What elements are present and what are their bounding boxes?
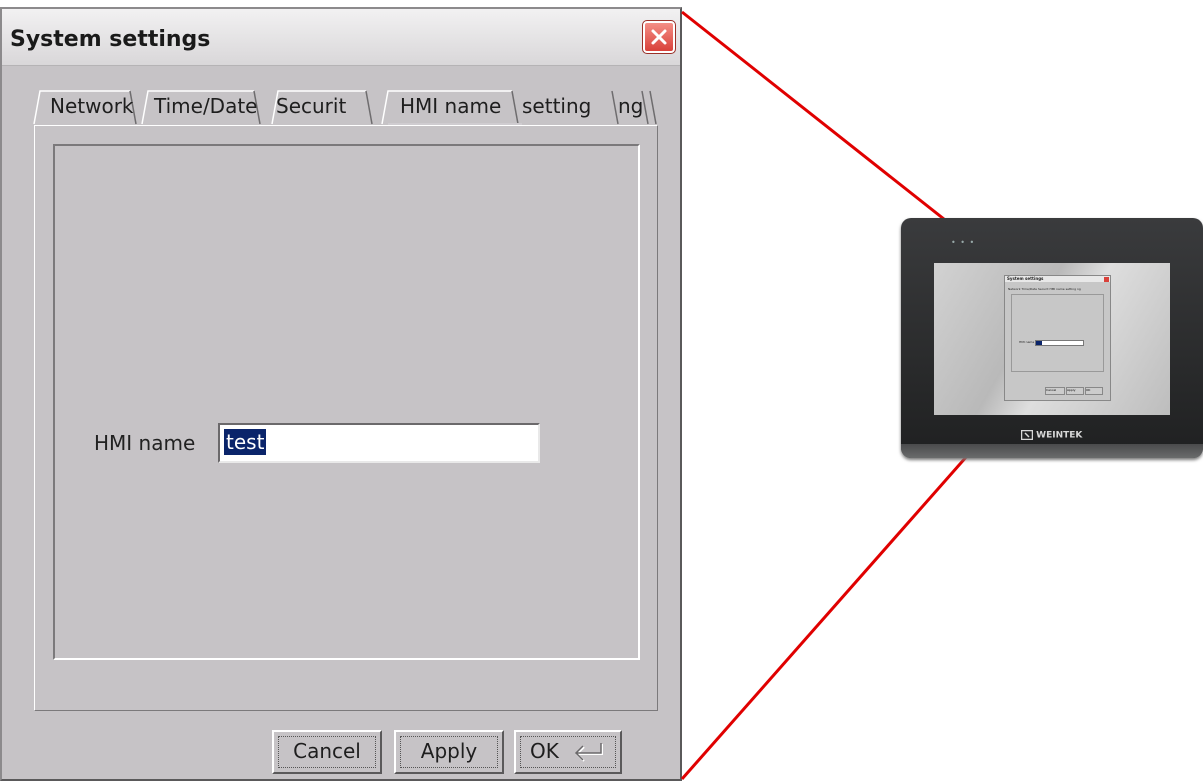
mini-dialog: System settings Network Time/Date Securi… — [1004, 275, 1111, 401]
mini-input — [1035, 340, 1084, 346]
mini-title-bar: System settings — [1005, 276, 1110, 282]
brand-name: WEINTEK — [1036, 430, 1083, 441]
mini-close-icon — [1104, 277, 1109, 282]
mini-label: HMI name — [1019, 340, 1035, 344]
device-bezel — [901, 444, 1203, 458]
status-leds: • • • — [951, 238, 976, 247]
hmi-device: • • • System settings Network Time/Date … — [901, 218, 1203, 458]
brand-logo: WEINTEK — [1020, 429, 1083, 441]
mini-tabs: Network Time/Date Securit HMI name setti… — [1008, 287, 1081, 291]
mini-cancel-button: Cancel — [1045, 387, 1065, 395]
mini-title: System settings — [1007, 276, 1044, 281]
brand-icon — [1020, 429, 1034, 441]
mini-ok-button: OK — [1085, 387, 1103, 395]
mini-selection — [1036, 341, 1042, 345]
mini-apply-button: Apply — [1066, 387, 1084, 395]
mini-panel — [1011, 294, 1104, 372]
tab-hmi-name[interactable]: HMI name — [394, 89, 518, 123]
